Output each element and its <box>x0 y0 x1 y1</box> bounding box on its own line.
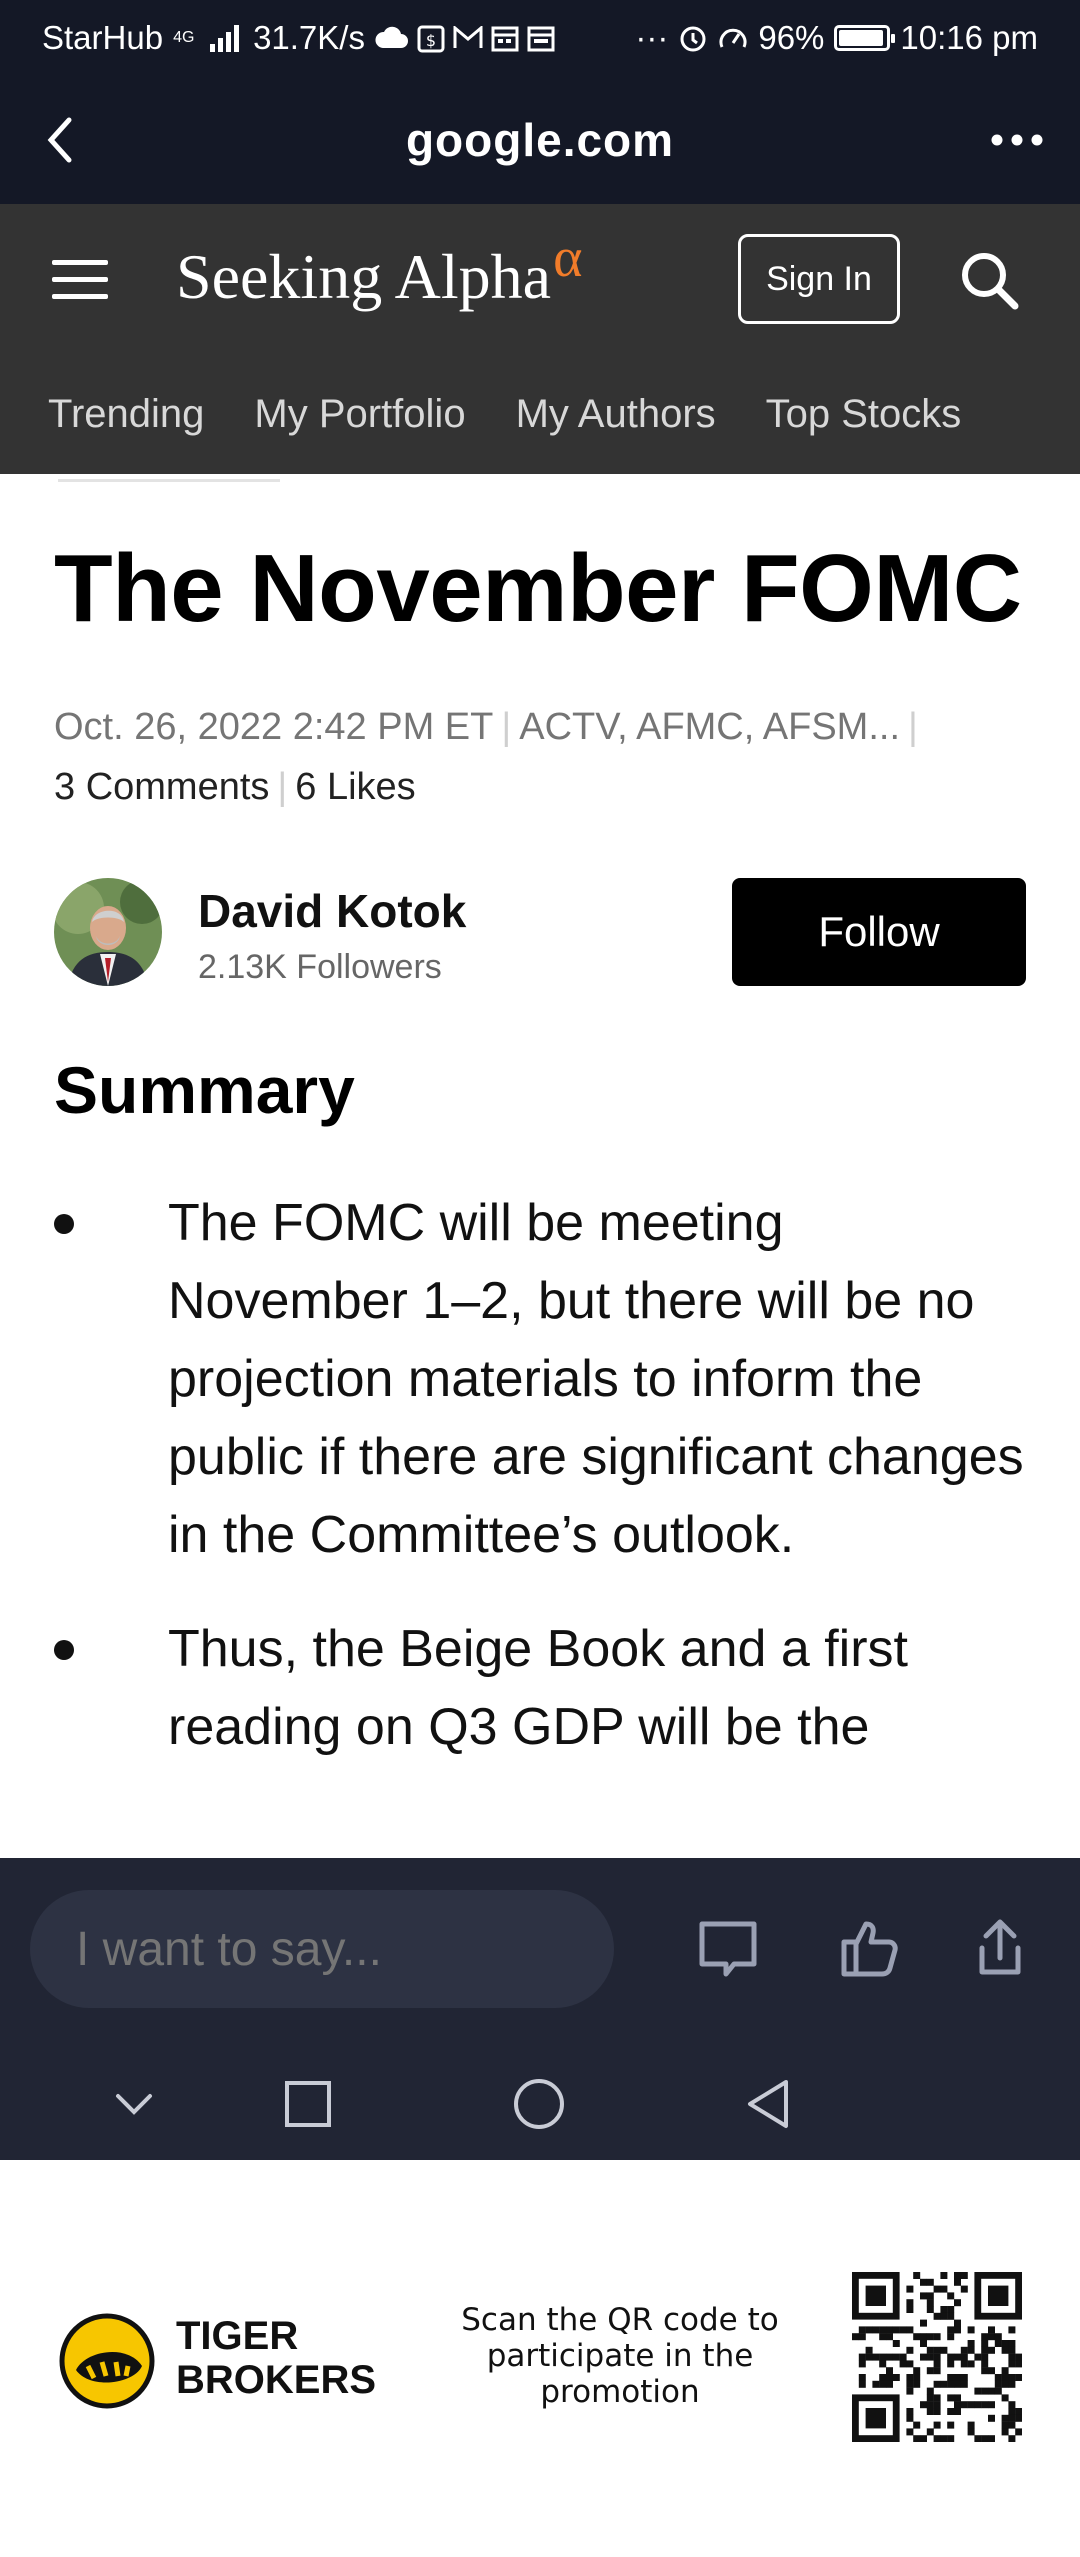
site-nav: Trending My Portfolio My Authors Top Sto… <box>0 354 1080 474</box>
back-button[interactable] <box>0 76 120 204</box>
comment-bar <box>0 1858 1080 2050</box>
list-item: Thus, the Beige Book and a first reading… <box>54 1610 1034 1766</box>
browser-menu-button[interactable] <box>990 76 1044 204</box>
battery-percent: 96% <box>758 19 825 56</box>
signal-icon <box>210 25 240 52</box>
more-dots-icon <box>991 134 1043 146</box>
summary-point: The FOMC will be meeting November 1–2, b… <box>168 1194 1024 1564</box>
status-bar: StarHub 4G 31.7K/s $ ··· 96% 10:16 pm <box>0 0 1080 76</box>
speedometer-icon <box>719 28 747 48</box>
tiger-brokers-logo-icon <box>58 2312 156 2410</box>
like-button[interactable] <box>836 1914 904 1982</box>
search-icon <box>962 253 1019 310</box>
url-title: google.com <box>405 114 675 166</box>
site-logo[interactable]: Seeking Alphaα <box>176 227 582 314</box>
author-block: David Kotok 2.13K Followers Follow <box>54 878 1026 988</box>
comment-input[interactable] <box>30 1890 614 2008</box>
follow-button[interactable]: Follow <box>732 878 1026 986</box>
clock: 10:16 pm <box>900 19 1038 56</box>
recents-square-icon <box>285 2081 331 2127</box>
tiger-brokers-wordmark: TIGER BROKERS <box>176 2314 376 2402</box>
system-nav-bar <box>0 2050 1080 2160</box>
promo-footer: TIGER BROKERS Scan the QR code to partic… <box>0 2160 1080 2557</box>
article-meta: Oct. 26, 2022 2:42 PM ET | ACTV, AFMC, AFS… <box>54 706 918 748</box>
avatar[interactable] <box>54 878 162 986</box>
sign-in-button[interactable]: Sign In <box>738 234 900 324</box>
chevron-down-icon <box>116 2094 152 2115</box>
hide-keyboard-button[interactable] <box>100 2070 168 2138</box>
browser-toolbar: google.com <box>0 76 1080 204</box>
site-header: Seeking Alphaα Sign In <box>0 204 1080 354</box>
promo-text: Scan the QR code to participate in the p… <box>461 2302 779 2410</box>
search-button[interactable] <box>955 246 1025 316</box>
recents-button[interactable] <box>274 2070 342 2138</box>
nav-trending[interactable]: Trending <box>48 392 204 437</box>
author-followers: 2.13K Followers <box>198 948 442 986</box>
home-button[interactable] <box>505 2070 573 2138</box>
brand-line-1: TIGER <box>176 2314 299 2358</box>
list-item: The FOMC will be meeting November 1–2, b… <box>54 1184 1034 1574</box>
network-speed: 31.7K/s <box>253 19 365 56</box>
summary-point: Thus, the Beige Book and a first reading… <box>168 1620 908 1756</box>
summary-list: The FOMC will be meeting November 1–2, b… <box>54 1184 1034 1802</box>
nav-my-portfolio[interactable]: My Portfolio <box>254 392 465 437</box>
ticker-list[interactable]: ACTV, AFMC, AFSM... <box>519 706 900 748</box>
wallet-icon: $ <box>417 25 445 53</box>
thumbs-up-icon <box>841 1921 898 1977</box>
hamburger-icon <box>52 260 108 265</box>
brand-line-2: BROKERS <box>176 2358 377 2402</box>
cloud-icon <box>375 26 408 48</box>
more-dots-icon: ··· <box>635 19 669 56</box>
likes-count[interactable]: 6 Likes <box>295 766 415 808</box>
nav-my-authors[interactable]: My Authors <box>516 392 716 437</box>
comments-link[interactable]: 3 Comments <box>54 766 269 808</box>
alarm-icon <box>680 26 706 52</box>
system-back-button[interactable] <box>736 2070 804 2138</box>
nav-top-stocks[interactable]: Top Stocks <box>766 392 962 437</box>
carrier-label: StarHub <box>42 19 164 56</box>
share-icon <box>979 1919 1021 1975</box>
summary-heading: Summary <box>54 1053 355 1127</box>
article-title: The November FOMC <box>54 535 1022 642</box>
article-engagement: 3 Comments | 6 Likes <box>54 766 416 808</box>
svg-text:$: $ <box>426 31 436 50</box>
brand-name: Seeking Alpha <box>176 241 552 312</box>
bullet-icon <box>54 1214 74 1234</box>
alpha-logo-icon: α <box>553 227 583 289</box>
calendar-icon <box>527 26 555 52</box>
chevron-left-icon <box>47 117 72 163</box>
calendar-icon <box>491 26 519 52</box>
author-name[interactable]: David Kotok <box>198 884 466 938</box>
comment-button[interactable] <box>694 1914 762 1982</box>
share-button[interactable] <box>966 1914 1034 1982</box>
back-triangle-icon <box>748 2080 788 2128</box>
bullet-icon <box>54 1640 74 1660</box>
divider <box>58 474 280 482</box>
qr-code[interactable] <box>852 2272 1022 2442</box>
comment-icon <box>699 1921 757 1977</box>
gmail-icon <box>453 26 483 48</box>
publish-date: Oct. 26, 2022 2:42 PM ET <box>54 706 494 748</box>
menu-button[interactable] <box>52 260 108 300</box>
battery-icon <box>834 25 896 51</box>
home-circle-icon <box>514 2079 564 2129</box>
network-type: 4G <box>173 29 195 46</box>
